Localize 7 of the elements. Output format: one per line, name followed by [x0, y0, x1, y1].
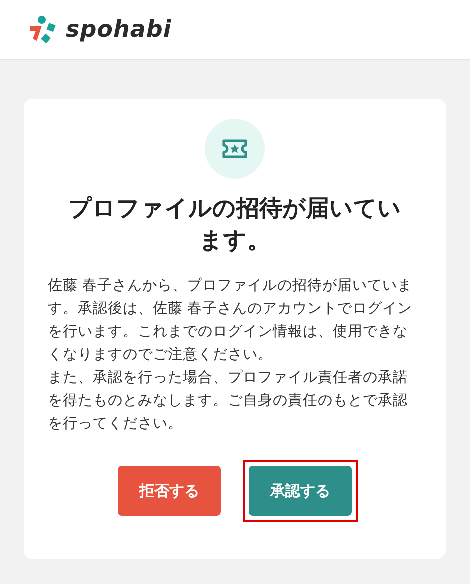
- logo-text: spohabi: [66, 16, 172, 42]
- approve-button[interactable]: 承認する: [249, 466, 352, 516]
- reject-button[interactable]: 拒否する: [118, 466, 221, 516]
- card-title: プロファイルの招待が届いています。: [68, 195, 402, 256]
- message-text: 佐藤 春子さんから、プロファイルの招待が届いています。承認後は、佐藤 春子さんのアカウントでログインを行います。これまでのログイン情報は、使用できなくなりますのでご注意ください。: [48, 276, 414, 365]
- logo-icon: [28, 14, 58, 44]
- message-text: また、承認を行った場合、プロファイル責任者の承諾を得たものとみなします。ご自身の責任のもとで承認を行ってください。: [48, 368, 409, 434]
